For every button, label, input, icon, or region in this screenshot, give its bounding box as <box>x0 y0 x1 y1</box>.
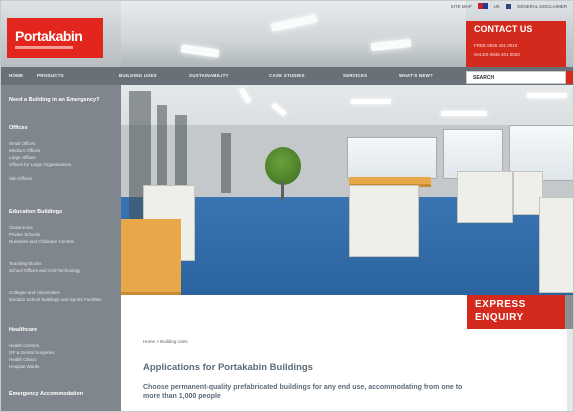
hero-office-photo <box>121 85 573 295</box>
sidebar-item[interactable]: Colleges and Universities <box>9 290 60 296</box>
express-enquiry-button[interactable]: EXPRESS ENQUIRY <box>467 295 565 329</box>
sidebar-item[interactable]: Medium Offices <box>9 148 40 154</box>
cabinet <box>457 171 513 223</box>
sidebar-heading-emergency-accommodation[interactable]: Emergency Accommodation <box>9 391 99 398</box>
search-button[interactable] <box>566 71 573 84</box>
ceiling-light <box>527 93 567 98</box>
disclaimer-link[interactable]: GENERAL DISCLAIMER <box>517 4 567 9</box>
country-link[interactable]: UK <box>494 4 500 9</box>
enquiry-label: ENQUIRY <box>475 312 524 323</box>
ceiling-light <box>370 38 412 52</box>
nav-item-services[interactable]: SERVICES <box>343 73 367 78</box>
desk <box>121 219 181 295</box>
disclaimer-icon <box>505 3 511 9</box>
sidebar-heading-education[interactable]: Education Buildings <box>9 209 62 216</box>
contact-us-panel[interactable]: CONTACT US FREE 0845 401 0010 SALES 0845… <box>466 21 566 67</box>
window <box>347 137 437 179</box>
ceiling-light <box>351 99 391 104</box>
nav-item-products[interactable]: PRODUCTS <box>37 73 64 78</box>
sidebar-item[interactable]: Hospital Wards <box>9 364 39 370</box>
sidebar: Need a Building in an Emergency? Offices… <box>1 85 121 411</box>
nav-item-home[interactable]: HOME <box>9 73 23 78</box>
sidebar-item[interactable]: Classrooms <box>9 225 33 231</box>
utility-links: SITE MAP UK GENERAL DISCLAIMER <box>451 3 567 9</box>
sidebar-heading-offices[interactable]: Offices <box>9 125 28 132</box>
site-header: SITE MAP UK GENERAL DISCLAIMER Portakabi… <box>1 1 573 67</box>
cabinet <box>539 197 573 293</box>
sidebar-item[interactable]: Private Schools <box>9 232 40 238</box>
sidebar-item[interactable]: Modular School Buildings and Sports Faci… <box>9 297 113 303</box>
plant-stem <box>281 181 284 201</box>
express-label: EXPRESS <box>475 299 526 310</box>
sidebar-heading-healthcare[interactable]: Healthcare <box>9 327 37 334</box>
plant <box>265 147 301 185</box>
portakabin-logo[interactable]: Portakabin <box>7 18 103 58</box>
sidebar-item[interactable]: Offices for Large Organisations <box>9 162 113 168</box>
ceiling-light <box>270 14 318 32</box>
logo-underline <box>15 46 73 49</box>
desk-pedestal <box>349 185 419 257</box>
sidebar-item[interactable]: Nurseries and Childcare Centres <box>9 239 113 245</box>
header-ceiling-photo <box>121 1 466 67</box>
express-arrow-icon[interactable] <box>565 295 573 329</box>
glass-partition <box>221 133 231 193</box>
search-input[interactable]: SEARCH <box>466 71 566 84</box>
sidebar-item[interactable]: Small Offices <box>9 141 35 147</box>
sitemap-link[interactable]: SITE MAP <box>451 4 472 9</box>
uk-flag-icon <box>477 3 488 9</box>
logo-wordmark: Portakabin <box>15 28 83 44</box>
nav-item-case-studies[interactable]: CASE STUDIES <box>269 73 305 78</box>
contact-phone-sales: SALES 0845 401 0020 <box>474 52 520 57</box>
sidebar-item[interactable]: Teaching Blocks <box>9 261 42 267</box>
sidebar-item[interactable]: Large Offices <box>9 155 36 161</box>
breadcrumb[interactable]: Home > Building Uses <box>143 339 188 344</box>
ceiling-light <box>441 111 487 116</box>
sidebar-item[interactable]: GP & Dental Surgeries <box>9 350 54 356</box>
scrollbar[interactable] <box>567 329 573 411</box>
sidebar-emergency-link[interactable]: Need a Building in an Emergency? <box>9 97 113 104</box>
sidebar-item[interactable]: Health Centres <box>9 343 39 349</box>
search-label: SEARCH <box>473 75 495 81</box>
page-title: Applications for Portakabin Buildings <box>143 362 313 373</box>
page-subtitle: Choose permanent-quality prefabricated b… <box>143 384 463 400</box>
nav-item-building-uses[interactable]: BUILDING USES <box>119 73 157 78</box>
nav-item-sustainability[interactable]: SUSTAINABILITY <box>189 73 229 78</box>
ceiling-light <box>180 44 220 58</box>
sidebar-item[interactable]: Site Offices <box>9 176 32 182</box>
nav-item-whats-new[interactable]: WHAT'S NEW? <box>399 73 433 78</box>
sidebar-item[interactable]: School Offices and Civil Technology <box>9 268 113 274</box>
sidebar-item[interactable]: Health Clinics <box>9 357 37 363</box>
contact-phone-free: FREE 0845 401 0010 <box>474 43 518 48</box>
browser-page: SITE MAP UK GENERAL DISCLAIMER Portakabi… <box>0 0 574 412</box>
contact-us-title[interactable]: CONTACT US <box>474 24 532 34</box>
